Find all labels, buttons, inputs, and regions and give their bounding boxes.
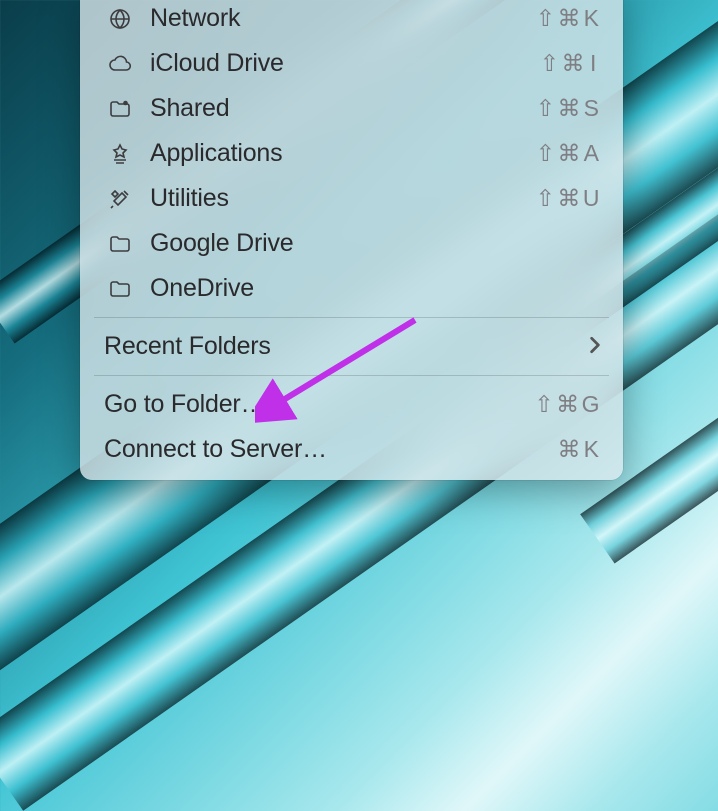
shortcut: ⇧⌘G xyxy=(534,391,601,418)
chevron-right-icon xyxy=(589,334,601,360)
menu-item-label: Connect to Server… xyxy=(104,435,558,464)
menu-separator xyxy=(94,317,609,318)
menu-item-label: Network xyxy=(150,4,536,33)
menu-item-label: OneDrive xyxy=(150,274,601,303)
menu-item-onedrive[interactable]: OneDrive xyxy=(80,266,623,311)
shortcut: ⇧⌘I xyxy=(540,50,601,77)
shortcut: ⌘K xyxy=(558,436,602,463)
shortcut: ⇧⌘A xyxy=(536,140,601,167)
shortcut: ⇧⌘K xyxy=(536,5,601,32)
menu-item-label: Google Drive xyxy=(150,229,601,258)
menu-item-label: Go to Folder… xyxy=(104,390,534,419)
folder-shared-icon xyxy=(104,95,136,123)
shortcut: ⇧⌘S xyxy=(536,95,601,122)
menu-item-label: Recent Folders xyxy=(104,332,589,361)
menu-item-recent-folders[interactable]: Recent Folders xyxy=(80,324,623,369)
menu-item-utilities[interactable]: Utilities ⇧⌘U xyxy=(80,176,623,221)
menu-item-go-to-folder[interactable]: Go to Folder… ⇧⌘G xyxy=(80,382,623,427)
globe-icon xyxy=(104,5,136,33)
menu-item-connect-to-server[interactable]: Connect to Server… ⌘K xyxy=(80,427,623,472)
go-menu: Network ⇧⌘K iCloud Drive ⇧⌘I Shared ⇧⌘S … xyxy=(80,0,623,480)
menu-item-label: Shared xyxy=(150,94,536,123)
utilities-icon xyxy=(104,185,136,213)
cloud-icon xyxy=(104,50,136,78)
folder-icon xyxy=(104,230,136,258)
menu-item-label: iCloud Drive xyxy=(150,49,540,78)
applications-icon xyxy=(104,140,136,168)
shortcut: ⇧⌘U xyxy=(536,185,601,212)
menu-separator xyxy=(94,375,609,376)
menu-item-applications[interactable]: Applications ⇧⌘A xyxy=(80,131,623,176)
menu-item-icloud-drive[interactable]: iCloud Drive ⇧⌘I xyxy=(80,41,623,86)
menu-item-label: Applications xyxy=(150,139,536,168)
menu-item-network[interactable]: Network ⇧⌘K xyxy=(80,0,623,41)
folder-icon xyxy=(104,275,136,303)
menu-item-shared[interactable]: Shared ⇧⌘S xyxy=(80,86,623,131)
menu-item-label: Utilities xyxy=(150,184,536,213)
menu-item-google-drive[interactable]: Google Drive xyxy=(80,221,623,266)
